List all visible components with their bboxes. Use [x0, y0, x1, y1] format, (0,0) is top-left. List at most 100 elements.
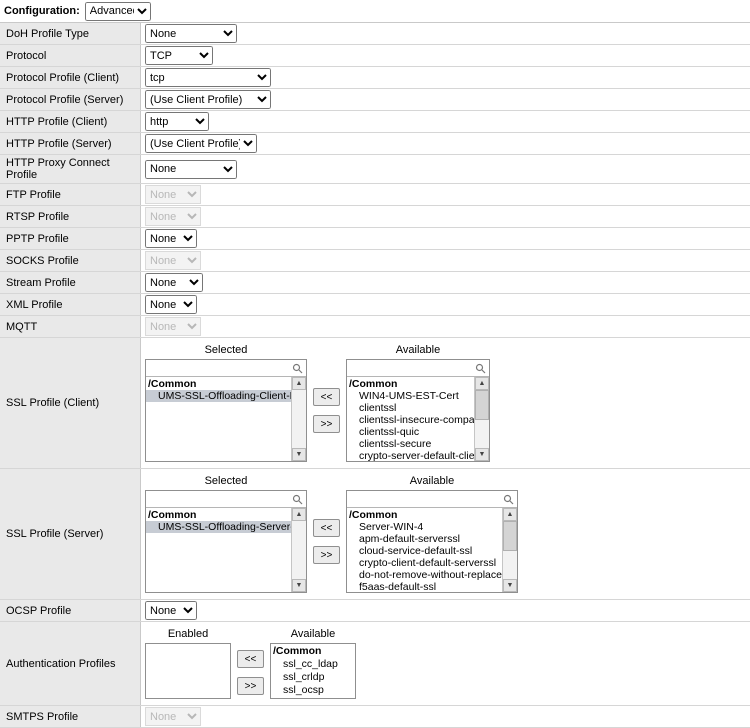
move-to-available-button[interactable]: >>: [313, 546, 340, 564]
folder-group-label: /Common: [271, 645, 355, 658]
list-item[interactable]: Server-WIN-4: [347, 521, 502, 533]
form-row-ocsp-profile: OCSP Profile None: [0, 600, 750, 622]
field-label: SMTPS Profile: [0, 706, 141, 727]
ssl-client-selected-listbox: /Common UMS-SSL-Offloading-Client-Profil…: [145, 359, 307, 462]
list-item[interactable]: clientssl-secure: [347, 438, 474, 450]
move-to-selected-button[interactable]: <<: [313, 388, 340, 406]
form-row-protocol-profile-server: Protocol Profile (Server) (Use Client Pr…: [0, 89, 750, 111]
folder-group-label: /Common: [146, 509, 291, 521]
field-label: Protocol: [0, 45, 141, 66]
field-label: OCSP Profile: [0, 600, 141, 621]
folder-group-label: /Common: [347, 378, 474, 390]
scrollbar[interactable]: ▲ ▼: [474, 377, 489, 461]
profiles-form: DoH Profile Type None Protocol TCP Proto…: [0, 22, 750, 728]
form-row-authentication-profiles: Authentication Profiles Enabled << >>: [0, 622, 750, 706]
scrollbar-thumb[interactable]: [503, 521, 517, 551]
field-label: SSL Profile (Client): [0, 338, 141, 468]
selected-list-title: Selected: [145, 473, 307, 490]
scroll-up-icon[interactable]: ▲: [292, 377, 306, 390]
field-label: HTTP Profile (Server): [0, 133, 141, 154]
configuration-select[interactable]: Advanced: [85, 2, 151, 21]
move-to-enabled-button[interactable]: <<: [237, 650, 264, 668]
list-item[interactable]: clientssl: [347, 402, 474, 414]
http-profile-client-select[interactable]: http: [145, 112, 209, 131]
form-row-mqtt: MQTT None: [0, 316, 750, 338]
list-item[interactable]: clientssl-insecure-compatible: [347, 414, 474, 426]
scrollbar[interactable]: ▲ ▼: [291, 508, 306, 592]
scrollbar[interactable]: ▲ ▼: [291, 377, 306, 461]
field-label: MQTT: [0, 316, 141, 337]
form-row-http-proxy-connect-profile: HTTP Proxy Connect Profile None: [0, 155, 750, 184]
http-profile-server-select[interactable]: (Use Client Profile): [145, 134, 257, 153]
ssl-server-available-listbox: /Common Server-WIN-4 apm-default-servers…: [346, 490, 518, 593]
field-label: Authentication Profiles: [0, 622, 141, 705]
scrollbar-thumb[interactable]: [475, 390, 489, 420]
scrollbar[interactable]: ▲ ▼: [502, 508, 517, 592]
pptp-profile-select[interactable]: None: [145, 229, 197, 248]
available-list-title: Available: [346, 342, 490, 359]
form-row-http-profile-server: HTTP Profile (Server) (Use Client Profil…: [0, 133, 750, 155]
auth-enabled-listbox: [145, 643, 231, 699]
available-list-title: Available: [270, 626, 356, 643]
search-input[interactable]: [148, 361, 292, 375]
ssl-client-dual-list: Selected /Common UMS-SSL-Offloading-Clie…: [145, 339, 490, 467]
form-row-ssl-profile-client: SSL Profile (Client) Selected /Co: [0, 338, 750, 469]
protocol-select[interactable]: TCP: [145, 46, 213, 65]
protocol-profile-server-select[interactable]: (Use Client Profile): [145, 90, 271, 109]
list-item[interactable]: crypto-client-default-serverssl: [347, 557, 502, 569]
list-item[interactable]: apm-default-serverssl: [347, 533, 502, 545]
form-row-stream-profile: Stream Profile None: [0, 272, 750, 294]
field-label: PPTP Profile: [0, 228, 141, 249]
list-item[interactable]: cloud-service-default-ssl: [347, 545, 502, 557]
list-item[interactable]: clientssl-quic: [347, 426, 474, 438]
search-icon: [292, 494, 303, 505]
scroll-up-icon[interactable]: ▲: [292, 508, 306, 521]
search-icon: [292, 363, 303, 374]
scroll-down-icon[interactable]: ▼: [503, 579, 517, 592]
ftp-profile-select: None: [145, 185, 201, 204]
list-item[interactable]: do-not-remove-without-replacement: [347, 569, 502, 581]
list-item[interactable]: crypto-server-default-clientssl: [347, 450, 474, 461]
list-item[interactable]: ssl_ocsp: [271, 684, 355, 697]
field-label: SOCKS Profile: [0, 250, 141, 271]
virtual-server-configuration-page: Configuration: Advanced DoH Profile Type…: [0, 0, 750, 728]
socks-profile-select: None: [145, 251, 201, 270]
search-icon: [475, 363, 486, 374]
field-label: HTTP Proxy Connect Profile: [0, 155, 141, 183]
search-input[interactable]: [349, 492, 503, 506]
field-label: DoH Profile Type: [0, 23, 141, 44]
field-label: HTTP Profile (Client): [0, 111, 141, 132]
scroll-down-icon[interactable]: ▼: [475, 448, 489, 461]
search-icon: [503, 494, 514, 505]
move-to-selected-button[interactable]: <<: [313, 519, 340, 537]
list-item[interactable]: WIN4-UMS-EST-Cert: [347, 390, 474, 402]
auth-available-listbox: /Common ssl_cc_ldap ssl_crldp ssl_ocsp: [270, 643, 356, 699]
form-row-pptp-profile: PPTP Profile None: [0, 228, 750, 250]
search-input[interactable]: [349, 361, 475, 375]
http-proxy-connect-profile-select[interactable]: None: [145, 160, 237, 179]
smtps-profile-select: None: [145, 707, 201, 726]
move-to-available-button[interactable]: >>: [313, 415, 340, 433]
form-row-ftp-profile: FTP Profile None: [0, 184, 750, 206]
move-to-available-button[interactable]: >>: [237, 677, 264, 695]
ocsp-profile-select[interactable]: None: [145, 601, 197, 620]
scroll-down-icon[interactable]: ▼: [292, 579, 306, 592]
doh-profile-type-select[interactable]: None: [145, 24, 237, 43]
search-input[interactable]: [148, 492, 292, 506]
rtsp-profile-select: None: [145, 207, 201, 226]
form-row-xml-profile: XML Profile None: [0, 294, 750, 316]
list-item[interactable]: f5aas-default-ssl: [347, 581, 502, 592]
ssl-server-selected-listbox: /Common UMS-SSL-Offloading-Server-Profil…: [145, 490, 307, 593]
list-item[interactable]: UMS-SSL-Offloading-Client-Profile: [146, 390, 291, 402]
ssl-server-dual-list: Selected /Common UMS-SSL-Offloading-Serv…: [145, 470, 518, 598]
scroll-up-icon[interactable]: ▲: [503, 508, 517, 521]
form-row-http-profile-client: HTTP Profile (Client) http: [0, 111, 750, 133]
scroll-down-icon[interactable]: ▼: [292, 448, 306, 461]
xml-profile-select[interactable]: None: [145, 295, 197, 314]
protocol-profile-client-select[interactable]: tcp: [145, 68, 271, 87]
list-item[interactable]: ssl_cc_ldap: [271, 658, 355, 671]
scroll-up-icon[interactable]: ▲: [475, 377, 489, 390]
form-row-rtsp-profile: RTSP Profile None: [0, 206, 750, 228]
stream-profile-select[interactable]: None: [145, 273, 203, 292]
list-item[interactable]: UMS-SSL-Offloading-Server-Profile: [146, 521, 291, 533]
